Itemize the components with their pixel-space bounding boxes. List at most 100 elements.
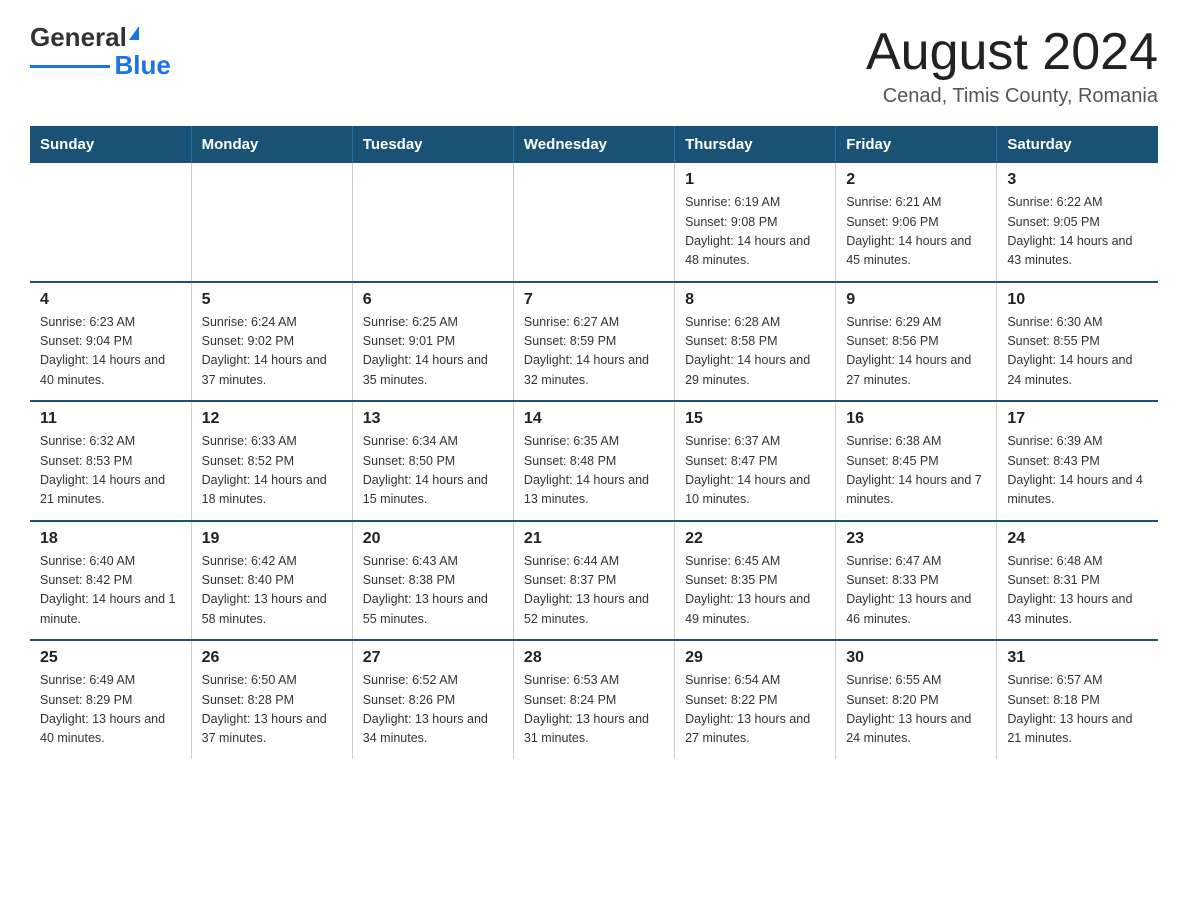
day-info: Sunrise: 6:48 AM Sunset: 8:31 PM Dayligh… [1007, 552, 1148, 630]
calendar-cell: 2 Sunrise: 6:21 AM Sunset: 9:06 PM Daylig… [836, 163, 997, 282]
calendar-cell: 27Sunrise: 6:52 AM Sunset: 8:26 PM Dayli… [352, 640, 513, 759]
day-number: 4 [40, 291, 181, 309]
calendar-cell: 12Sunrise: 6:33 AM Sunset: 8:52 PM Dayli… [191, 401, 352, 521]
day-number: 3 [1007, 171, 1148, 189]
day-number: 6 [363, 291, 503, 309]
calendar-cell: 20Sunrise: 6:43 AM Sunset: 8:38 PM Dayli… [352, 521, 513, 641]
day-info: Sunrise: 6:25 AM Sunset: 9:01 PM Dayligh… [363, 313, 503, 391]
calendar-cell: 22 Sunrise: 6:45 AM Sunset: 8:35 PM Dayli… [675, 521, 836, 641]
day-number: 18 [40, 530, 181, 548]
calendar-cell: 11 Sunrise: 6:32 AM Sunset: 8:53 PM Dayli… [30, 401, 191, 521]
calendar-cell: 21 Sunrise: 6:44 AM Sunset: 8:37 PM Dayli… [513, 521, 674, 641]
calendar-cell: 19Sunrise: 6:42 AM Sunset: 8:40 PM Dayli… [191, 521, 352, 641]
day-header-thursday: Thursday [675, 126, 836, 163]
day-number: 8 [685, 291, 825, 309]
day-number: 22 [685, 530, 825, 548]
calendar-cell [352, 163, 513, 282]
day-info: Sunrise: 6:37 AM Sunset: 8:47 PM Dayligh… [685, 432, 825, 510]
day-number: 26 [202, 649, 342, 667]
calendar-cell: 1Sunrise: 6:19 AM Sunset: 9:08 PM Daylig… [675, 163, 836, 282]
day-info: Sunrise: 6:39 AM Sunset: 8:43 PM Dayligh… [1007, 432, 1148, 510]
day-number: 11 [40, 410, 181, 428]
calendar-table: SundayMondayTuesdayWednesdayThursdayFrid… [30, 126, 1158, 759]
logo-blue: Blue [114, 52, 170, 78]
day-number: 21 [524, 530, 664, 548]
calendar-cell: 10 Sunrise: 6:30 AM Sunset: 8:55 PM Dayli… [997, 282, 1158, 402]
day-info: Sunrise: 6:47 AM Sunset: 8:33 PM Dayligh… [846, 552, 986, 630]
day-number: 30 [846, 649, 986, 667]
day-number: 17 [1007, 410, 1148, 428]
day-header-tuesday: Tuesday [352, 126, 513, 163]
day-number: 28 [524, 649, 664, 667]
day-info: Sunrise: 6:27 AM Sunset: 8:59 PM Dayligh… [524, 313, 664, 391]
calendar-week-2: 4Sunrise: 6:23 AM Sunset: 9:04 PM Daylig… [30, 282, 1158, 402]
day-info: Sunrise: 6:30 AM Sunset: 8:55 PM Dayligh… [1007, 313, 1148, 391]
day-info: Sunrise: 6:57 AM Sunset: 8:18 PM Dayligh… [1007, 671, 1148, 749]
calendar-cell: 18 Sunrise: 6:40 AM Sunset: 8:42 PM Dayli… [30, 521, 191, 641]
calendar-cell: 5Sunrise: 6:24 AM Sunset: 9:02 PM Daylig… [191, 282, 352, 402]
day-number: 1 [685, 171, 825, 189]
logo-line [30, 65, 110, 68]
calendar-cell [30, 163, 191, 282]
day-number: 27 [363, 649, 503, 667]
day-info: Sunrise: 6:34 AM Sunset: 8:50 PM Dayligh… [363, 432, 503, 510]
logo-triangle-icon [129, 26, 139, 40]
calendar-cell: 7 Sunrise: 6:27 AM Sunset: 8:59 PM Daylig… [513, 282, 674, 402]
page-header: General Blue August 2024 Cenad, Timis Co… [30, 24, 1158, 108]
day-info: Sunrise: 6:32 AM Sunset: 8:53 PM Dayligh… [40, 432, 181, 510]
day-number: 24 [1007, 530, 1148, 548]
calendar-cell: 29 Sunrise: 6:54 AM Sunset: 8:22 PM Dayli… [675, 640, 836, 759]
calendar-week-4: 18 Sunrise: 6:40 AM Sunset: 8:42 PM Dayli… [30, 521, 1158, 641]
day-number: 13 [363, 410, 503, 428]
day-info: Sunrise: 6:38 AM Sunset: 8:45 PM Dayligh… [846, 432, 986, 510]
calendar-cell: 31 Sunrise: 6:57 AM Sunset: 8:18 PM Dayli… [997, 640, 1158, 759]
calendar-cell: 9Sunrise: 6:29 AM Sunset: 8:56 PM Daylig… [836, 282, 997, 402]
calendar-cell: 28 Sunrise: 6:53 AM Sunset: 8:24 PM Dayli… [513, 640, 674, 759]
day-info: Sunrise: 6:45 AM Sunset: 8:35 PM Dayligh… [685, 552, 825, 630]
calendar-cell: 15Sunrise: 6:37 AM Sunset: 8:47 PM Dayli… [675, 401, 836, 521]
day-number: 25 [40, 649, 181, 667]
calendar-cell: 24 Sunrise: 6:48 AM Sunset: 8:31 PM Dayli… [997, 521, 1158, 641]
day-number: 16 [846, 410, 986, 428]
day-info: Sunrise: 6:53 AM Sunset: 8:24 PM Dayligh… [524, 671, 664, 749]
day-number: 14 [524, 410, 664, 428]
day-info: Sunrise: 6:21 AM Sunset: 9:06 PM Dayligh… [846, 193, 986, 271]
calendar-cell: 6 Sunrise: 6:25 AM Sunset: 9:01 PM Daylig… [352, 282, 513, 402]
day-info: Sunrise: 6:55 AM Sunset: 8:20 PM Dayligh… [846, 671, 986, 749]
day-info: Sunrise: 6:44 AM Sunset: 8:37 PM Dayligh… [524, 552, 664, 630]
day-info: Sunrise: 6:50 AM Sunset: 8:28 PM Dayligh… [202, 671, 342, 749]
day-number: 31 [1007, 649, 1148, 667]
day-header-saturday: Saturday [997, 126, 1158, 163]
day-number: 23 [846, 530, 986, 548]
calendar-cell: 3Sunrise: 6:22 AM Sunset: 9:05 PM Daylig… [997, 163, 1158, 282]
calendar-cell: 30 Sunrise: 6:55 AM Sunset: 8:20 PM Dayli… [836, 640, 997, 759]
calendar-cell: 25Sunrise: 6:49 AM Sunset: 8:29 PM Dayli… [30, 640, 191, 759]
day-header-sunday: Sunday [30, 126, 191, 163]
day-info: Sunrise: 6:33 AM Sunset: 8:52 PM Dayligh… [202, 432, 342, 510]
day-number: 10 [1007, 291, 1148, 309]
logo: General Blue [30, 24, 171, 78]
day-info: Sunrise: 6:24 AM Sunset: 9:02 PM Dayligh… [202, 313, 342, 391]
calendar-cell [191, 163, 352, 282]
day-info: Sunrise: 6:40 AM Sunset: 8:42 PM Dayligh… [40, 552, 181, 630]
calendar-cell: 4Sunrise: 6:23 AM Sunset: 9:04 PM Daylig… [30, 282, 191, 402]
calendar-cell [513, 163, 674, 282]
day-number: 29 [685, 649, 825, 667]
day-info: Sunrise: 6:54 AM Sunset: 8:22 PM Dayligh… [685, 671, 825, 749]
calendar-cell: 23 Sunrise: 6:47 AM Sunset: 8:33 PM Dayli… [836, 521, 997, 641]
day-header-monday: Monday [191, 126, 352, 163]
calendar-cell: 13 Sunrise: 6:34 AM Sunset: 8:50 PM Dayli… [352, 401, 513, 521]
day-info: Sunrise: 6:29 AM Sunset: 8:56 PM Dayligh… [846, 313, 986, 391]
day-number: 7 [524, 291, 664, 309]
day-info: Sunrise: 6:43 AM Sunset: 8:38 PM Dayligh… [363, 552, 503, 630]
calendar-header-row: SundayMondayTuesdayWednesdayThursdayFrid… [30, 126, 1158, 163]
day-number: 19 [202, 530, 342, 548]
day-info: Sunrise: 6:28 AM Sunset: 8:58 PM Dayligh… [685, 313, 825, 391]
calendar-cell: 8 Sunrise: 6:28 AM Sunset: 8:58 PM Daylig… [675, 282, 836, 402]
calendar-cell: 16 Sunrise: 6:38 AM Sunset: 8:45 PM Dayli… [836, 401, 997, 521]
calendar-week-1: 1Sunrise: 6:19 AM Sunset: 9:08 PM Daylig… [30, 163, 1158, 282]
day-number: 2 [846, 171, 986, 189]
calendar-week-5: 25Sunrise: 6:49 AM Sunset: 8:29 PM Dayli… [30, 640, 1158, 759]
day-header-wednesday: Wednesday [513, 126, 674, 163]
title-block: August 2024 Cenad, Timis County, Romania [866, 24, 1158, 108]
